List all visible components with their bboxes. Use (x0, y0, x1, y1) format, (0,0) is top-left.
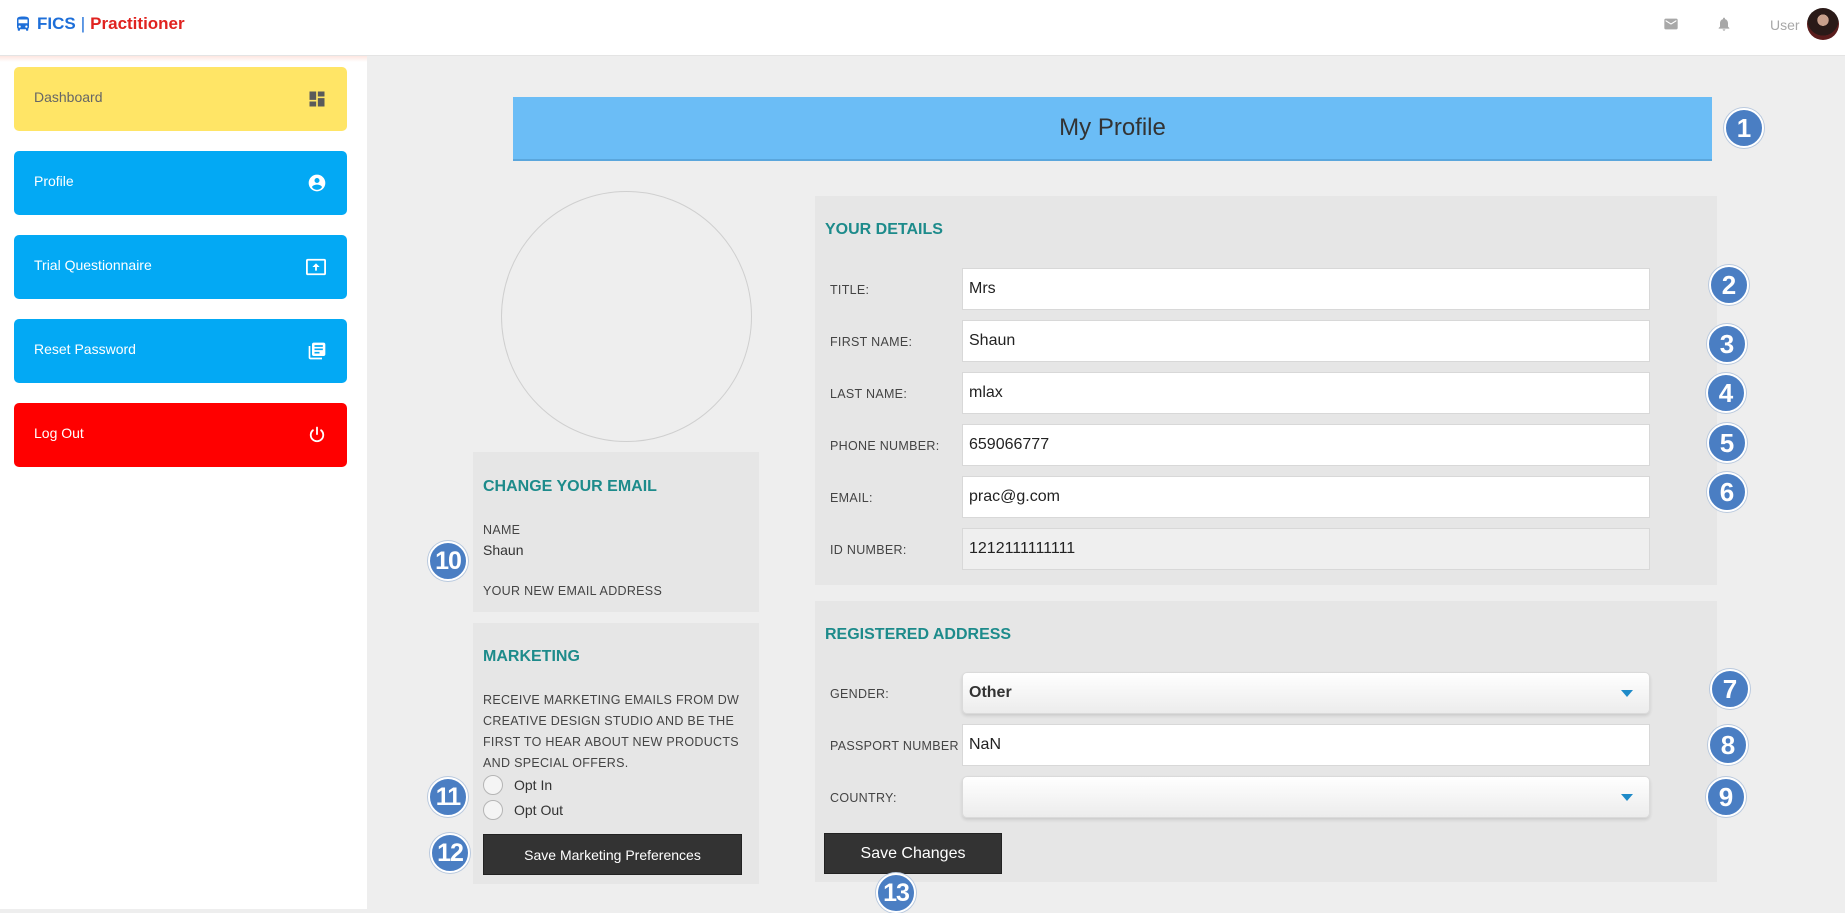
opt-in-radio[interactable] (483, 775, 503, 795)
annotation-badge-9: 9 (1706, 777, 1746, 817)
annotation-badge-7: 7 (1710, 669, 1750, 709)
new-email-label: YOUR NEW EMAIL ADDRESS (483, 584, 663, 598)
phone-number-label: PHONE NUMBER: (830, 439, 940, 453)
annotation-badge-5: 5 (1707, 423, 1747, 463)
opt-in-label: Opt In (514, 777, 553, 793)
annotation-badge-3: 3 (1707, 324, 1747, 364)
profile-picture[interactable] (501, 191, 752, 442)
gender-select[interactable]: Other (962, 672, 1650, 714)
name-label: NAME (483, 523, 521, 537)
country-label: COUNTRY: (830, 791, 897, 805)
passport-number-field[interactable]: NaN (962, 724, 1650, 766)
annotation-badge-12: 12 (430, 833, 470, 873)
dashboard-icon (307, 89, 327, 109)
chevron-down-icon (1621, 689, 1633, 697)
passport-number-label: PASSPORT NUMBER (830, 739, 959, 753)
country-select[interactable] (962, 776, 1650, 818)
chevron-down-icon (1621, 793, 1633, 801)
sidebar: Dashboard Profile Trial Questionnaire Re… (0, 56, 367, 909)
bus-icon (14, 15, 32, 33)
brand-separator: | (80, 14, 86, 33)
opt-out-radio[interactable] (483, 800, 503, 820)
mail-icon[interactable] (1663, 16, 1679, 32)
last-name-label: LAST NAME: (830, 387, 908, 401)
account-circle-icon (307, 173, 327, 193)
last-name-field[interactable]: mlax (962, 372, 1650, 414)
annotation-badge-4: 4 (1706, 373, 1746, 413)
first-name-field[interactable]: Shaun (962, 320, 1650, 362)
sidebar-item-label: Trial Questionnaire (34, 257, 152, 273)
annotation-badge-8: 8 (1708, 725, 1748, 765)
marketing-description: RECEIVE MARKETING EMAILS FROM DW CREATIV… (483, 693, 740, 770)
sidebar-item-profile[interactable]: Profile (14, 151, 347, 215)
sidebar-item-label: Dashboard (34, 89, 103, 105)
id-number-field: 1212111111111 (962, 528, 1650, 570)
brand-secondary: Practitioner (90, 14, 185, 33)
annotation-badge-2: 2 (1709, 265, 1749, 305)
sidebar-item-label: Reset Password (34, 341, 136, 357)
gender-select-value: Other (969, 684, 1012, 701)
name-value: Shaun (483, 542, 524, 558)
user-avatar[interactable] (1807, 8, 1839, 40)
email-label: EMAIL: (830, 491, 873, 505)
change-email-heading: CHANGE YOUR EMAIL (483, 478, 657, 495)
sidebar-item-trial-questionnaire[interactable]: Trial Questionnaire (14, 235, 347, 299)
sidebar-item-reset-password[interactable]: Reset Password (14, 319, 347, 383)
id-number-label: ID NUMBER: (830, 543, 907, 557)
sidebar-item-log-out[interactable]: Log Out (14, 403, 347, 467)
sidebar-item-dashboard[interactable]: Dashboard (14, 67, 347, 131)
brand-primary: FICS (37, 14, 76, 33)
gender-label: GENDER: (830, 687, 890, 701)
save-changes-button[interactable]: Save Changes (824, 833, 1002, 874)
brand-logo[interactable]: FICS | Practitioner (14, 14, 185, 34)
your-details-heading: YOUR DETAILS (825, 221, 943, 238)
phone-number-field[interactable]: 659066777 (962, 424, 1650, 466)
user-label[interactable]: User (1770, 17, 1800, 33)
top-header: FICS | Practitioner User (0, 0, 1845, 56)
registered-address-heading: REGISTERED ADDRESS (825, 626, 1012, 643)
opt-in-option[interactable]: Opt In (483, 775, 552, 795)
title-field[interactable]: Mrs (962, 268, 1650, 310)
annotation-badge-10: 10 (428, 541, 468, 581)
email-field[interactable]: prac@g.com (962, 476, 1650, 518)
title-label: TITLE: (830, 283, 870, 297)
annotation-badge-1: 1 (1724, 108, 1764, 148)
first-name-label: FIRST NAME: (830, 335, 913, 349)
library-books-icon (307, 341, 327, 361)
opt-out-option[interactable]: Opt Out (483, 800, 563, 820)
marketing-heading: MARKETING (483, 648, 580, 665)
annotation-badge-13: 13 (876, 873, 916, 913)
sidebar-item-label: Profile (34, 173, 74, 189)
upload-screen-icon (305, 257, 327, 277)
bell-icon[interactable] (1716, 16, 1732, 32)
page-title: My Profile (513, 97, 1712, 161)
sidebar-item-label: Log Out (34, 425, 84, 441)
power-icon (307, 425, 327, 445)
save-marketing-preferences-button[interactable]: Save Marketing Preferences (483, 834, 742, 875)
annotation-badge-11: 11 (428, 777, 468, 817)
annotation-badge-6: 6 (1707, 472, 1747, 512)
opt-out-label: Opt Out (514, 802, 564, 818)
